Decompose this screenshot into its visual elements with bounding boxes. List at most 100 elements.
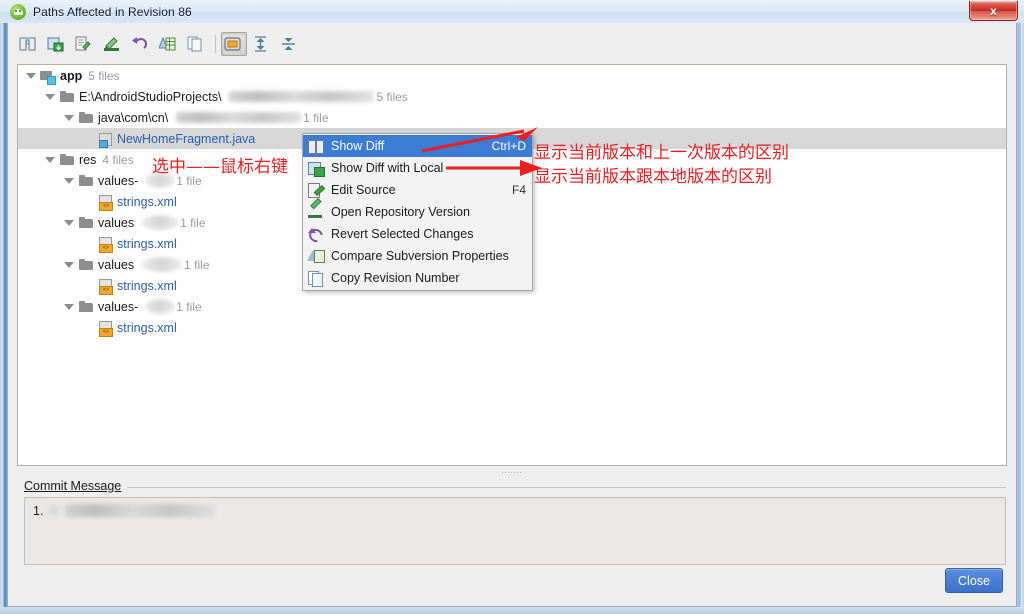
tree-row-label: java\com\cn\ <box>98 110 169 125</box>
group-by-directory-icon <box>223 36 241 52</box>
tree-row[interactable]: E:\AndroidStudioProjects\ 5 files <box>18 86 1006 107</box>
commit-message-label: Commit Message <box>24 479 128 493</box>
menu-item[interactable]: Copy Revision Number <box>303 267 532 289</box>
window-title: Paths Affected in Revision 86 <box>33 4 192 19</box>
menu-item[interactable]: Revert Selected Changes <box>303 223 532 245</box>
menu-item-shortcut: F4 <box>511 183 526 197</box>
tree-row-count: 5 files <box>88 68 120 83</box>
group-divider <box>24 487 1006 488</box>
open-repository-version-icon <box>103 36 120 52</box>
redaction-dot <box>145 299 176 314</box>
folder-icon <box>78 110 94 126</box>
tree-row-count: 1 file <box>184 257 210 272</box>
commit-message-redacted-text <box>65 504 216 517</box>
chevron-down-icon[interactable] <box>26 71 36 81</box>
commit-message-box[interactable]: 1. <box>24 497 1006 565</box>
menu-item[interactable]: Edit Source F4 <box>303 179 532 201</box>
copy-revision-number-icon <box>307 270 324 287</box>
menu-item-label: Compare Subversion Properties <box>331 249 509 263</box>
tree-row-label: values <box>98 257 135 272</box>
chevron-down-icon[interactable] <box>64 218 74 228</box>
close-button-label: Close <box>958 573 990 588</box>
folder-icon <box>78 173 94 189</box>
annotation-arrow-show-diff <box>421 127 538 153</box>
android-studio-icon <box>10 3 26 20</box>
window-close-button[interactable]: x <box>969 1 1018 21</box>
menu-item-label: Copy Revision Number <box>331 271 460 285</box>
toolbar <box>16 30 305 58</box>
tree-row-label: app <box>60 68 83 83</box>
edit-source-icon <box>75 36 92 52</box>
tree-row-count: 1 file <box>180 215 206 230</box>
annotation-arrow-show-diff-local <box>446 160 542 176</box>
chevron-down-icon[interactable] <box>64 302 74 312</box>
tree-row-label: E:\AndroidStudioProjects\ <box>79 89 222 104</box>
toolbar-collapse-all-button[interactable] <box>277 32 303 56</box>
compare-properties-icon <box>307 248 325 264</box>
toolbar-show-diff-with-local-button[interactable] <box>44 32 70 56</box>
revert-icon <box>131 36 148 52</box>
panel-splitter[interactable] <box>8 468 1016 478</box>
show-diff-icon <box>307 138 324 154</box>
xml-file-icon <box>97 236 113 253</box>
toolbar-separator <box>215 35 216 53</box>
chevron-down-icon[interactable] <box>45 155 55 165</box>
annotation-show-diff-local-note: 显示当前版本跟本地版本的区别 <box>534 167 772 187</box>
tree-row[interactable]: strings.xml <box>18 317 1006 338</box>
menu-item-label: Edit Source <box>331 183 396 197</box>
close-button[interactable]: Close <box>945 568 1003 593</box>
toolbar-compare-properties-button[interactable] <box>156 32 182 56</box>
toolbar-group-by-directory-button[interactable] <box>221 32 247 56</box>
chevron-down-icon[interactable] <box>45 92 55 102</box>
menu-item-label: Open Repository Version <box>331 205 470 219</box>
toolbar-show-diff-button[interactable] <box>16 32 42 56</box>
window-border-left <box>0 0 7 614</box>
tree-row-count: 4 files <box>102 152 134 167</box>
copy-revision-number-icon <box>187 36 204 52</box>
annotation-tree-note: 选中——鼠标右键 <box>152 157 288 177</box>
compare-properties-icon <box>157 36 176 52</box>
toolbar-expand-all-button[interactable] <box>249 32 275 56</box>
annotation-show-diff-note: 显示当前版本和上一次版本的区别 <box>534 143 789 163</box>
toolbar-revert-button[interactable] <box>128 32 154 56</box>
redacted-path-segment <box>229 91 375 102</box>
chevron-down-icon[interactable] <box>64 260 74 270</box>
tree-row-label: values <box>98 215 135 230</box>
show-diff-with-local-icon <box>307 160 325 177</box>
folder-icon <box>59 152 75 168</box>
xml-file-icon <box>97 194 113 211</box>
dialog-body: app 5 files E:\AndroidStudioProjects\ 5 fil… <box>7 23 1017 607</box>
toolbar-open-repository-version-button[interactable] <box>100 32 126 56</box>
java-file-icon <box>97 131 113 148</box>
close-icon: x <box>990 3 997 18</box>
expand-all-icon <box>252 36 269 52</box>
collapse-all-icon <box>280 36 297 52</box>
folder-icon <box>59 89 75 105</box>
tree-row-label: NewHomeFragment.java <box>117 131 256 146</box>
tree-row-count: 1 file <box>303 110 329 125</box>
redaction-dot <box>141 215 180 230</box>
tree-row-label: strings.xml <box>117 278 177 293</box>
menu-item-label: Revert Selected Changes <box>331 227 474 241</box>
module-folder-icon <box>40 68 56 85</box>
context-menu[interactable]: Show Diff Ctrl+D Show Diff with Local Edit … <box>302 133 533 291</box>
commit-message-group: Commit Message 1. <box>24 479 1006 567</box>
xml-file-icon <box>97 320 113 337</box>
chevron-down-icon[interactable] <box>64 176 74 186</box>
folder-icon <box>78 257 94 273</box>
redaction-dot <box>141 257 184 272</box>
toolbar-copy-revision-number-button[interactable] <box>184 32 210 56</box>
window-frame: Paths Affected in Revision 86 x app 5 fi… <box>0 0 1024 614</box>
tree-row[interactable]: app 5 files <box>18 65 1006 86</box>
tree-row-count: 1 file <box>176 299 202 314</box>
tree-row-label: res <box>79 152 97 167</box>
chevron-down-icon[interactable] <box>64 113 74 123</box>
edit-source-icon <box>307 182 324 198</box>
menu-item[interactable]: Compare Subversion Properties <box>303 245 532 267</box>
tree-row[interactable]: values- 1 file <box>18 296 1006 317</box>
menu-item[interactable]: Open Repository Version <box>303 201 532 223</box>
tree-row-label: strings.xml <box>117 236 177 251</box>
toolbar-edit-source-button[interactable] <box>72 32 98 56</box>
show-diff-icon <box>19 36 36 52</box>
commit-message-row: 1. <box>25 498 1005 518</box>
